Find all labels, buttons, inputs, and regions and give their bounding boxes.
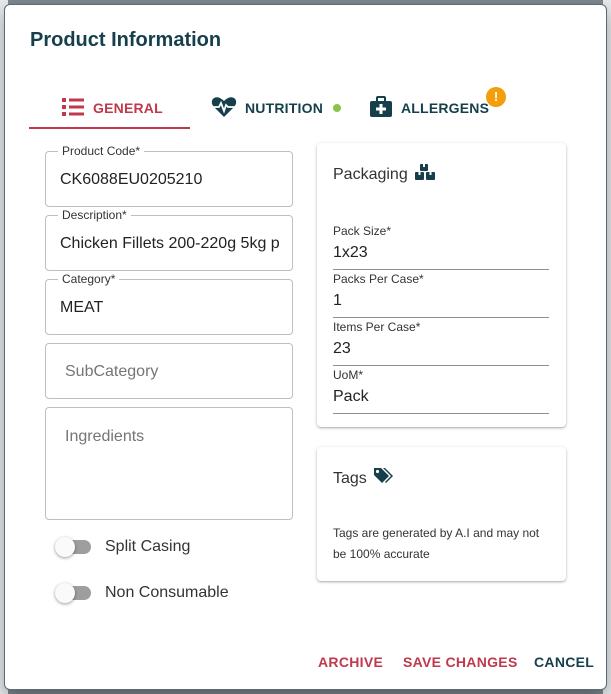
nutrition-status-dot bbox=[333, 104, 342, 112]
description-label: Description* bbox=[58, 208, 131, 222]
items-per-case-field[interactable]: Items Per Case* 23 bbox=[333, 320, 549, 366]
non-consumable-label: Non Consumable bbox=[105, 584, 229, 601]
product-information-dialog: Product Information GENERAL NUTRITION AL… bbox=[4, 4, 607, 690]
pack-size-field[interactable]: Pack Size* 1x23 bbox=[333, 224, 549, 270]
tab-allergens-label: ALLERGENS bbox=[401, 100, 490, 116]
packs-per-case-label: Packs Per Case* bbox=[333, 272, 424, 286]
dialog-title: Product Information bbox=[30, 29, 222, 51]
toggle-thumb bbox=[55, 537, 75, 557]
packaging-card: Packaging Pack Size* 1x23 Packs Per Case… bbox=[317, 143, 566, 427]
packaging-title: Packaging bbox=[333, 163, 436, 186]
medkit-icon bbox=[369, 95, 393, 121]
cancel-button[interactable]: CANCEL bbox=[534, 654, 594, 670]
save-changes-button[interactable]: SAVE CHANGES bbox=[403, 654, 518, 670]
description-field[interactable]: Description* Chicken Fillets 200-220g 5k… bbox=[45, 208, 293, 271]
packaging-title-text: Packaging bbox=[333, 165, 408, 183]
non-consumable-toggle[interactable] bbox=[55, 583, 91, 603]
uom-field[interactable]: UoM* Pack bbox=[333, 368, 549, 414]
subcategory-field[interactable]: SubCategory bbox=[45, 343, 293, 399]
description-value: Chicken Fillets 200-220g 5kg pack bbox=[60, 235, 280, 252]
heartbeat-icon bbox=[211, 96, 237, 121]
category-value: MEAT bbox=[60, 299, 104, 316]
product-code-label: Product Code* bbox=[58, 144, 145, 158]
tags-title-text: Tags bbox=[333, 469, 367, 487]
ingredients-field[interactable]: Ingredients bbox=[45, 407, 293, 520]
items-per-case-value: 23 bbox=[333, 340, 351, 357]
product-code-field[interactable]: Product Code* CK6088EU0205210 bbox=[45, 144, 293, 207]
list-icon bbox=[61, 97, 85, 120]
product-code-value: CK6088EU0205210 bbox=[60, 171, 203, 188]
tags-ai-note: Tags are generated by A.I and may not be… bbox=[333, 526, 540, 561]
tab-general[interactable]: GENERAL bbox=[61, 89, 163, 127]
tags-icon bbox=[373, 467, 395, 490]
ingredients-placeholder: Ingredients bbox=[65, 428, 145, 445]
archive-button[interactable]: ARCHIVE bbox=[318, 654, 383, 670]
subcategory-placeholder: SubCategory bbox=[65, 363, 159, 380]
tab-allergens[interactable]: ALLERGENS bbox=[369, 89, 489, 127]
tags-title: Tags bbox=[333, 467, 395, 490]
active-tab-indicator bbox=[29, 127, 190, 129]
uom-value: Pack bbox=[333, 388, 369, 405]
uom-label: UoM* bbox=[333, 368, 364, 382]
allergens-warning-badge: ! bbox=[486, 87, 506, 107]
tab-nutrition[interactable]: NUTRITION bbox=[211, 89, 342, 127]
split-casing-toggle[interactable] bbox=[55, 537, 91, 557]
tags-card: Tags Tags are generated by A.I and may n… bbox=[317, 447, 566, 581]
tab-nutrition-label: NUTRITION bbox=[245, 100, 324, 116]
non-consumable-row: Non Consumable bbox=[55, 581, 229, 605]
category-label: Category* bbox=[58, 272, 120, 286]
split-casing-label: Split Casing bbox=[105, 538, 191, 555]
category-field[interactable]: Category* MEAT bbox=[45, 272, 293, 335]
tab-general-label: GENERAL bbox=[93, 100, 163, 116]
items-per-case-label: Items Per Case* bbox=[333, 320, 421, 334]
toggle-thumb bbox=[55, 583, 75, 603]
boxes-icon bbox=[414, 163, 436, 186]
pack-size-label: Pack Size* bbox=[333, 224, 392, 238]
packs-per-case-field[interactable]: Packs Per Case* 1 bbox=[333, 272, 549, 318]
split-casing-row: Split Casing bbox=[55, 535, 190, 559]
pack-size-value: 1x23 bbox=[333, 244, 368, 261]
packs-per-case-value: 1 bbox=[333, 292, 342, 309]
